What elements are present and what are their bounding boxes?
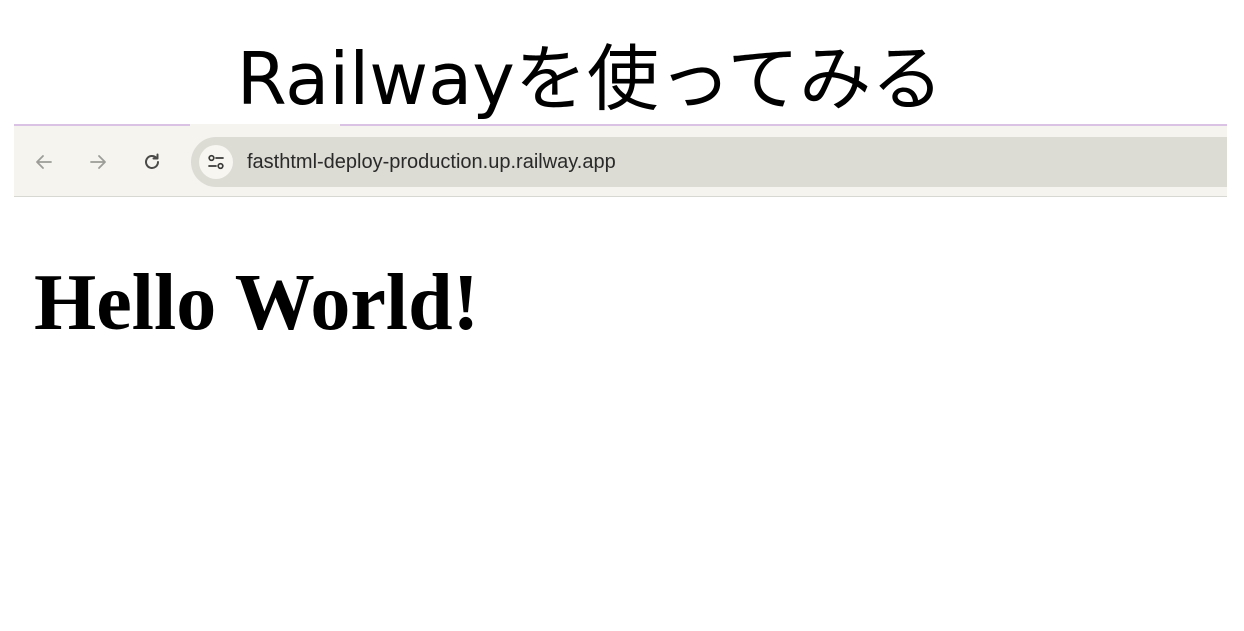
page-heading: Hello World!: [34, 259, 480, 347]
url-text[interactable]: fasthtml-deploy-production.up.railway.ap…: [247, 150, 616, 174]
forward-button[interactable]: [84, 148, 112, 176]
slide: Railwayを使ってみる fasthtml-deploy-production…: [0, 0, 1244, 631]
arrow-left-icon: [36, 155, 52, 169]
page-content: Hello World!: [14, 198, 1227, 618]
browser-toolbar: fasthtml-deploy-production.up.railway.ap…: [14, 124, 1227, 197]
site-info-button[interactable]: [199, 145, 233, 179]
arrow-right-icon: [90, 155, 106, 169]
address-bar[interactable]: fasthtml-deploy-production.up.railway.ap…: [191, 137, 1227, 187]
back-button[interactable]: [30, 148, 58, 176]
slide-title: Railwayを使ってみる: [236, 37, 944, 121]
active-tab-edge: [190, 124, 340, 127]
reload-button[interactable]: [138, 148, 166, 176]
reload-icon: [145, 153, 159, 169]
tune-icon: [208, 154, 224, 170]
